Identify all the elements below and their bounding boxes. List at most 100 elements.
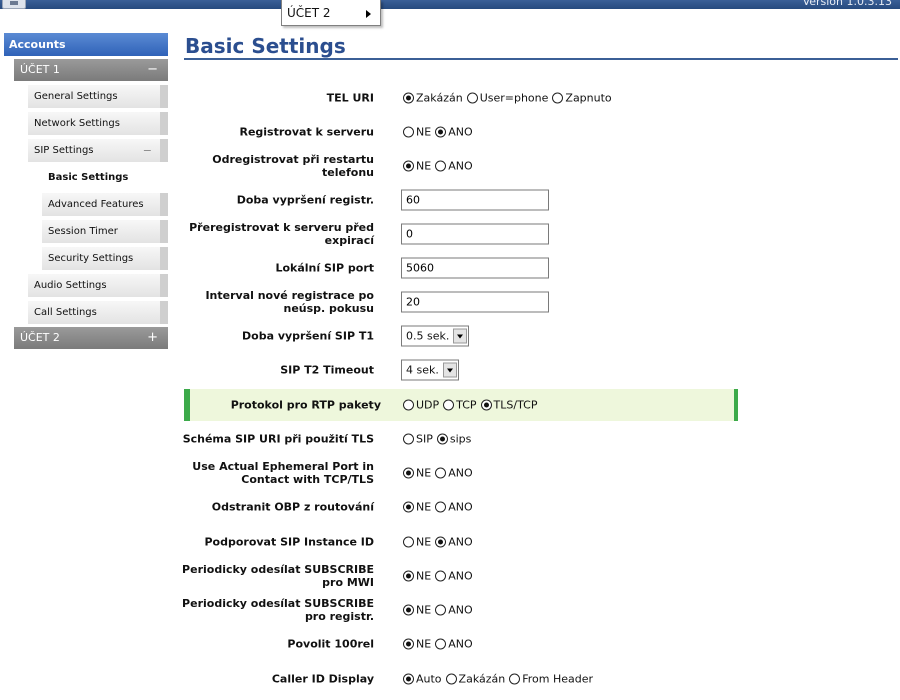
option-label: NE — [416, 535, 432, 549]
setting-label: Periodicky odesílat SUBSCRIBE pro MWI — [182, 563, 374, 589]
setting-row-subscribe-mwi: Periodicky odesílat SUBSCRIBE pro MWI NE… — [182, 561, 900, 591]
setting-row-t1: Doba vypršení SIP T1 0.5 sek. — [184, 321, 900, 351]
setting-label: Odregistrovat při restartu telefonu — [212, 153, 374, 179]
setting-label: Caller ID Display — [271, 672, 374, 686]
option-label: NE — [416, 603, 432, 617]
radio-callerid-disabled[interactable] — [445, 673, 457, 685]
collapse-icon[interactable]: − — [143, 139, 152, 162]
radio-obp-yes[interactable] — [435, 501, 447, 513]
radio-register-no[interactable] — [403, 126, 414, 138]
submenu-arrow-icon — [366, 10, 371, 18]
radio-callerid-auto[interactable] — [403, 673, 414, 685]
radio-instance-yes[interactable] — [435, 536, 447, 548]
setting-label: Doba vypršení SIP T1 — [242, 329, 374, 343]
chevron-down-icon[interactable] — [442, 362, 457, 378]
sidebar-item-security[interactable]: Security Settings — [42, 247, 168, 270]
setting-label: Protokol pro RTP pakety — [230, 398, 381, 412]
radio-rtp-tcp[interactable] — [443, 399, 455, 411]
sidebar-ucet1[interactable]: ÚČET 1 − — [14, 59, 168, 81]
option-label: ANO — [448, 637, 473, 651]
setting-row-local-port: Lokální SIP port — [184, 253, 900, 283]
setting-label: Podporovat SIP Instance ID — [204, 535, 374, 549]
setting-row-subscribe-reg: Periodicky odesílat SUBSCRIBE pro regist… — [182, 595, 900, 625]
option-label: NE — [416, 637, 432, 651]
sidebar-ucet1-label: ÚČET 1 — [20, 63, 60, 76]
sidebar-ucet2-label: ÚČET 2 — [20, 331, 60, 344]
radio-scheme-sips[interactable] — [436, 433, 448, 445]
radio-obp-no[interactable] — [403, 501, 414, 513]
setting-row-expiration: Doba vypršení registr. — [184, 185, 900, 215]
radio-tel-uri-enabled[interactable] — [552, 92, 564, 104]
radio-unregister-no[interactable] — [403, 160, 414, 172]
option-label: NE — [416, 569, 432, 583]
setting-label: Povolit 100rel — [287, 637, 374, 651]
setting-label: TEL URI — [326, 91, 374, 105]
radio-100rel-no[interactable] — [403, 638, 414, 650]
sidebar-item-general[interactable]: General Settings — [28, 85, 168, 108]
setting-row-100rel: Povolit 100rel NE ANO — [184, 629, 900, 659]
option-label: ANO — [448, 125, 473, 139]
sidebar: Accounts ÚČET 1 − General Settings Netwo… — [4, 33, 168, 349]
radio-sub-reg-no[interactable] — [403, 604, 414, 616]
sidebar-ucet2[interactable]: ÚČET 2 + — [14, 327, 168, 349]
radio-tel-uri-userphone[interactable] — [466, 92, 478, 104]
sidebar-item-call[interactable]: Call Settings — [28, 301, 168, 324]
logo-icon — [2, 0, 26, 9]
option-label: Auto — [416, 672, 442, 686]
option-label: NE — [416, 159, 432, 173]
setting-row-retry: Interval nové registrace po neúsp. pokus… — [184, 287, 900, 317]
radio-sub-mwi-yes[interactable] — [435, 570, 447, 582]
setting-label: Interval nové registrace po neúsp. pokus… — [205, 289, 374, 315]
setting-row-rtp: Protokol pro RTP pakety UDP TCP TLS/TCP — [184, 389, 738, 421]
option-label: User=phone — [479, 91, 549, 105]
sidebar-accounts-header[interactable]: Accounts — [4, 33, 168, 56]
sidebar-item-audio[interactable]: Audio Settings — [28, 274, 168, 297]
setting-row-ephemeral: Use Actual Ephemeral Port in Contact wit… — [184, 458, 900, 488]
chevron-down-icon[interactable] — [453, 328, 468, 344]
sidebar-item-session[interactable]: Session Timer — [42, 220, 168, 243]
radio-100rel-yes[interactable] — [435, 638, 447, 650]
local-port-input[interactable] — [401, 257, 549, 279]
expiration-input[interactable] — [401, 189, 549, 211]
sidebar-item-network[interactable]: Network Settings — [28, 112, 168, 135]
retry-interval-input[interactable] — [401, 291, 549, 313]
option-label: Zakázán — [416, 91, 463, 105]
setting-label: Periodicky odesílat SUBSCRIBE pro regist… — [182, 597, 374, 623]
radio-rtp-tls[interactable] — [480, 399, 492, 411]
option-label: ANO — [448, 466, 473, 480]
option-label: NE — [416, 466, 432, 480]
sidebar-item-basic[interactable]: Basic Settings — [42, 166, 168, 189]
radio-ephemeral-yes[interactable] — [435, 467, 447, 479]
radio-unregister-yes[interactable] — [435, 160, 447, 172]
reregister-input[interactable] — [401, 223, 549, 245]
radio-sub-reg-yes[interactable] — [435, 604, 447, 616]
radio-sub-mwi-no[interactable] — [403, 570, 414, 582]
option-label: SIP — [416, 432, 433, 446]
collapse-icon[interactable]: − — [147, 59, 158, 81]
menu-item-ucet2[interactable]: ÚČET 2 — [287, 6, 331, 20]
t1-select[interactable]: 0.5 sek. — [401, 325, 470, 347]
page-title: Basic Settings — [185, 34, 346, 58]
setting-row-register: Registrovat k serveru NE ANO — [184, 117, 900, 147]
option-label: UDP — [416, 398, 440, 412]
setting-label: Lokální SIP port — [275, 261, 374, 275]
radio-scheme-sip[interactable] — [403, 433, 414, 445]
radio-tel-uri-disabled[interactable] — [403, 92, 414, 104]
option-label: ANO — [448, 603, 473, 617]
expand-icon[interactable]: + — [147, 327, 158, 349]
option-label: NE — [416, 500, 432, 514]
sidebar-item-sip[interactable]: SIP Settings − — [28, 139, 168, 162]
option-label: ANO — [448, 569, 473, 583]
radio-callerid-from-header[interactable] — [509, 673, 521, 685]
sidebar-item-advanced[interactable]: Advanced Features — [42, 193, 168, 216]
option-label: ANO — [448, 500, 473, 514]
title-divider — [184, 58, 898, 60]
t2-select[interactable]: 4 sek. — [401, 359, 459, 381]
radio-register-yes[interactable] — [435, 126, 447, 138]
setting-label: Use Actual Ephemeral Port in Contact wit… — [192, 460, 374, 486]
radio-ephemeral-no[interactable] — [403, 467, 414, 479]
option-label: NE — [416, 125, 432, 139]
setting-row-scheme: Schéma SIP URI při použití TLS SIP sips — [183, 424, 900, 454]
radio-rtp-udp[interactable] — [403, 399, 414, 411]
radio-instance-no[interactable] — [403, 536, 414, 548]
